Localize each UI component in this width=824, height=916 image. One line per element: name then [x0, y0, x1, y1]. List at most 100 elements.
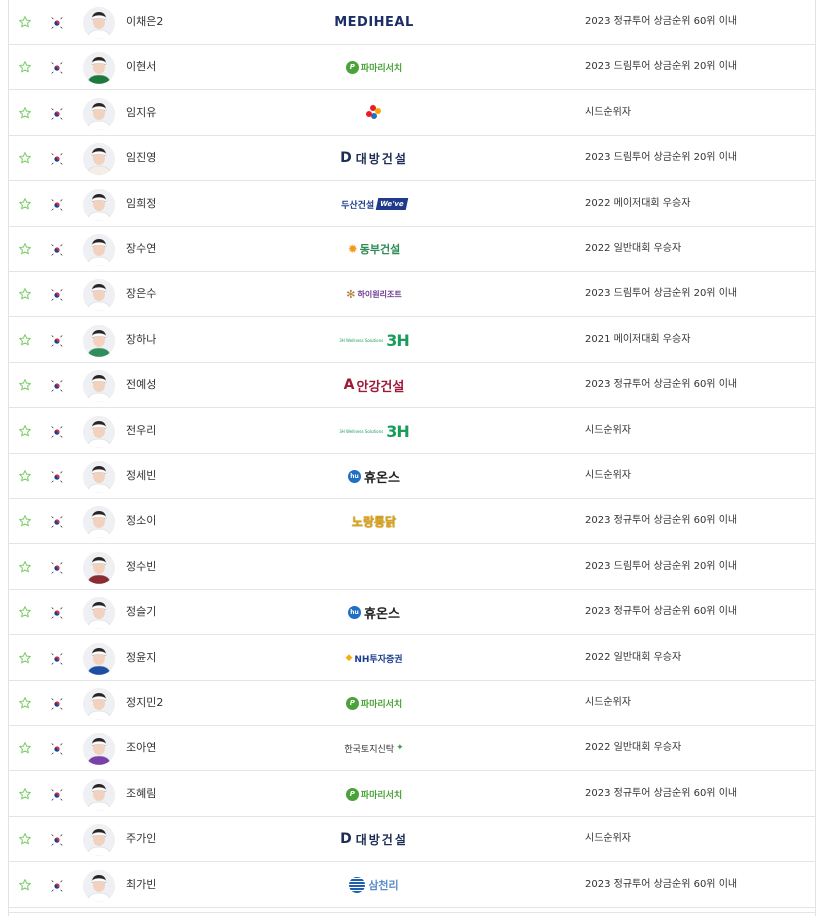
sponsor-name: 동부건설: [359, 243, 401, 256]
favorite-star-icon[interactable]: [18, 105, 32, 119]
player-name[interactable]: 정슬기: [126, 590, 156, 634]
favorite-star-icon[interactable]: [18, 423, 32, 437]
globe-icon: [349, 877, 366, 893]
player-avatar[interactable]: [83, 279, 115, 311]
player-avatar[interactable]: [83, 733, 115, 765]
korea-flag-icon: [51, 377, 63, 392]
favorite-star-icon[interactable]: [18, 14, 32, 28]
player-name[interactable]: 이채은2: [126, 0, 163, 44]
favorite-star-icon[interactable]: [18, 831, 32, 845]
favorite-star-icon[interactable]: [18, 332, 32, 346]
korea-flag-icon: [51, 650, 63, 665]
favorite-star-icon[interactable]: [18, 468, 32, 482]
sponsor-logo-angang: A 안강건설: [344, 376, 405, 395]
player-name[interactable]: 조혜림: [126, 772, 156, 816]
korea-flag-icon: [51, 695, 63, 710]
sponsor-logo-dongbu: ✹ 동부건설: [348, 241, 401, 257]
favorite-star-icon[interactable]: [18, 877, 32, 891]
qualification-text: 2022 일반대회 우승자: [585, 742, 682, 753]
player-avatar[interactable]: [83, 597, 115, 629]
huons-mark-icon: hu: [348, 605, 362, 619]
qualification-text: 2023 드림투어 상금순위 20위 이내: [585, 61, 738, 72]
player-avatar[interactable]: [83, 7, 115, 39]
player-name[interactable]: 임희정: [126, 182, 156, 226]
player-avatar[interactable]: [83, 461, 115, 493]
korea-flag-icon: [51, 740, 63, 755]
sponsor-logo-daebang: D 대방건설: [340, 831, 408, 848]
sponsor-logo: P 파마리서치: [309, 45, 439, 89]
player-avatar[interactable]: [83, 643, 115, 675]
sponsor-name: NH투자증권: [354, 654, 403, 665]
player-avatar[interactable]: [83, 779, 115, 811]
player-avatar[interactable]: [83, 552, 115, 584]
table-row: 이현서 P 파마리서치 2023 드림투어 상금순위 20위 이내: [9, 45, 815, 90]
player-name[interactable]: 전우리: [126, 409, 156, 453]
player-name[interactable]: 장은수: [126, 272, 156, 316]
table-row: 정수빈 2023 드림투어 상금순위 20위 이내: [9, 545, 815, 590]
player-name[interactable]: 이현서: [126, 45, 156, 89]
sponsor-logo: ✹ 동부건설: [309, 227, 439, 271]
pama-badge-icon: P: [345, 696, 359, 710]
favorite-star-icon[interactable]: [18, 786, 32, 800]
player-name[interactable]: 장수연: [126, 227, 156, 271]
table-row: 조혜림 P 파마리서치 2023 정규투어 상금순위 60위 이내: [9, 772, 815, 817]
player-avatar[interactable]: [83, 143, 115, 175]
player-name[interactable]: 정지민2: [126, 681, 163, 725]
sponsor-logo: hu 휴온스: [309, 590, 439, 634]
korea-flag-icon: [51, 286, 63, 301]
favorite-star-icon[interactable]: [18, 286, 32, 300]
qualification-text: 2023 드림투어 상금순위 20위 이내: [585, 152, 738, 163]
player-avatar[interactable]: [83, 824, 115, 856]
player-avatar[interactable]: [83, 370, 115, 402]
player-name[interactable]: 장하나: [126, 318, 156, 362]
sponsor-logo: CJ: [309, 91, 439, 135]
favorite-star-icon[interactable]: [18, 377, 32, 391]
player-list-table: 이채은2 MEDIHEAL 2023 정규투어 상금순위 60위 이내 이현서 …: [8, 0, 816, 916]
player-avatar[interactable]: [83, 870, 115, 902]
table-row: 전우리 3H Wellness Solutions 3H 시드순위자: [9, 409, 815, 454]
sponsor-name: 3H Wellness Solutions: [339, 428, 384, 434]
favorite-star-icon[interactable]: [18, 241, 32, 255]
player-avatar[interactable]: [83, 189, 115, 221]
table-row: 임진영 D 대방건설 2023 드림투어 상금순위 20위 이내: [9, 136, 815, 181]
korea-flag-icon: [51, 332, 63, 347]
favorite-star-icon[interactable]: [18, 196, 32, 210]
player-name[interactable]: 주가인: [126, 817, 156, 861]
sponsor-name: 파마리서치: [360, 699, 403, 710]
player-name[interactable]: 정수빈: [126, 545, 156, 589]
korea-flag-icon: [51, 513, 63, 528]
player-name[interactable]: 최가빈: [126, 863, 156, 907]
korea-flag-icon: [51, 831, 63, 846]
favorite-star-icon[interactable]: [18, 150, 32, 164]
favorite-star-icon[interactable]: [18, 59, 32, 73]
sponsor-logo: D 대방건설: [309, 136, 439, 180]
qualification-text: 시드순위자: [585, 470, 631, 481]
favorite-star-icon[interactable]: [18, 604, 32, 618]
sponsor-logo: hu 휴온스: [309, 454, 439, 498]
favorite-star-icon[interactable]: [18, 513, 32, 527]
favorite-star-icon[interactable]: [18, 559, 32, 573]
player-avatar[interactable]: [83, 234, 115, 266]
player-avatar[interactable]: [83, 506, 115, 538]
sponsor-logo: MEDIHEAL: [309, 0, 439, 44]
korea-flag-icon: [51, 150, 63, 165]
sponsor-logo: 노랑통닭: [309, 499, 439, 543]
player-avatar[interactable]: [83, 98, 115, 130]
sponsor-name: 파마리서치: [360, 790, 403, 801]
player-name[interactable]: 전예성: [126, 363, 156, 407]
player-name[interactable]: 조아연: [126, 726, 156, 770]
player-avatar[interactable]: [83, 52, 115, 84]
player-name[interactable]: 정세빈: [126, 454, 156, 498]
player-name[interactable]: 임진영: [126, 136, 156, 180]
sponsor-name: 파마리서치: [360, 63, 403, 74]
player-avatar[interactable]: [83, 416, 115, 448]
favorite-star-icon[interactable]: [18, 650, 32, 664]
player-avatar[interactable]: [83, 688, 115, 720]
table-row: 전예성 A 안강건설 2023 정규투어 상금순위 60위 이내: [9, 363, 815, 408]
player-name[interactable]: 임지유: [126, 91, 156, 135]
player-name[interactable]: 정소이: [126, 499, 156, 543]
player-name[interactable]: 정윤지: [126, 636, 156, 680]
favorite-star-icon[interactable]: [18, 695, 32, 709]
player-avatar[interactable]: [83, 325, 115, 357]
favorite-star-icon[interactable]: [18, 740, 32, 754]
